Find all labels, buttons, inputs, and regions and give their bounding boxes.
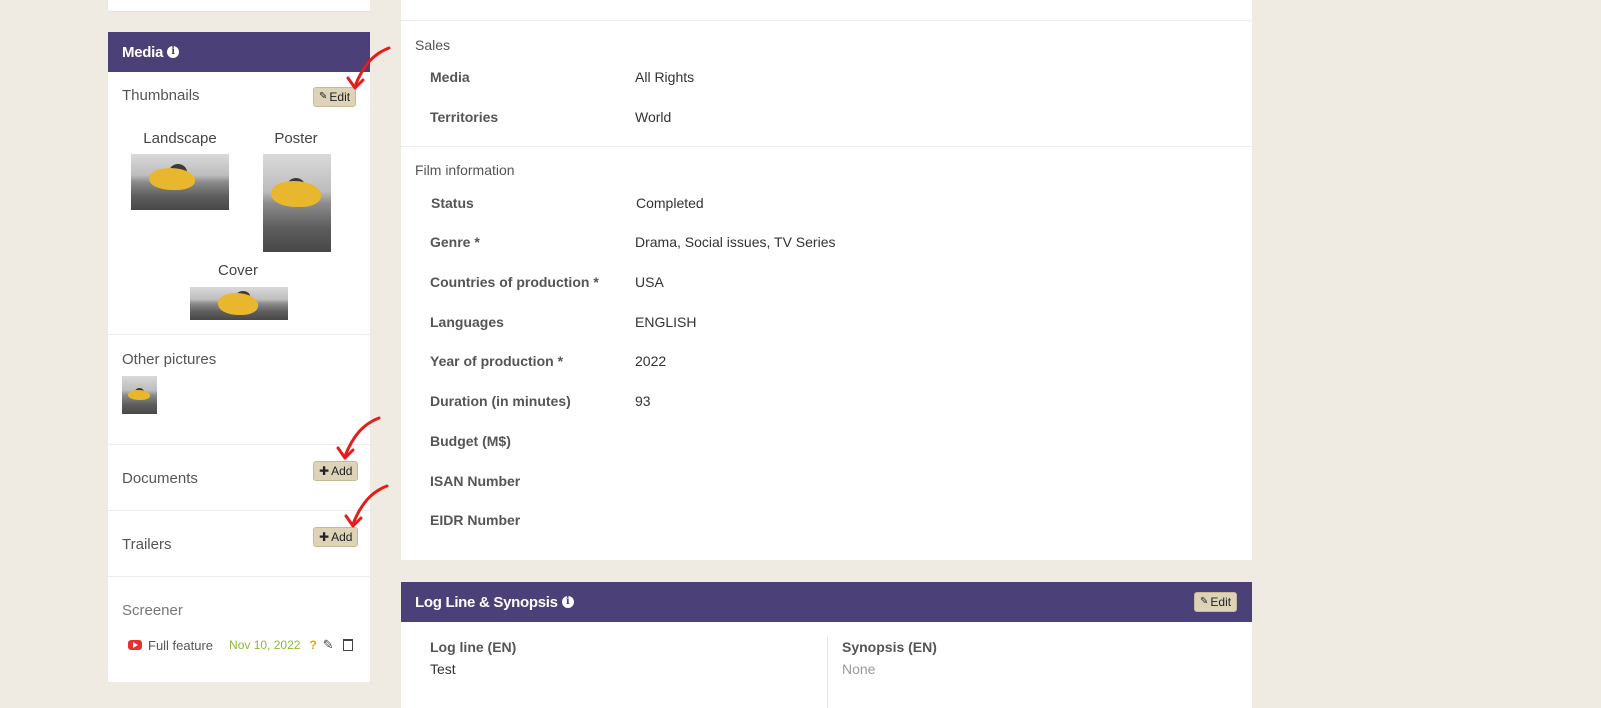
trailers-title: Trailers — [122, 536, 172, 553]
status-question-icon[interactable]: ? — [309, 638, 316, 652]
section-divider — [108, 510, 370, 511]
annotation-arrow — [346, 46, 391, 90]
logline-synopsis-edit-button[interactable]: ✎ Edit — [1194, 592, 1238, 612]
film-info-row-label: ISAN Number — [430, 473, 521, 489]
trash-icon[interactable] — [342, 639, 353, 651]
youtube-icon — [128, 640, 142, 650]
other-picture-thumbnail[interactable] — [122, 376, 157, 414]
film-info-row-label: Status — [431, 195, 474, 211]
plus-icon: ✚ — [319, 530, 330, 544]
annotation-arrow — [336, 416, 381, 460]
column-divider — [827, 637, 828, 708]
left-top-card-bottom — [108, 0, 370, 12]
section-divider — [108, 576, 370, 577]
film-info-row-label: Genre * — [430, 234, 480, 250]
sales-row-value: World — [635, 109, 672, 125]
poster-label: Poster — [274, 130, 318, 147]
thumb-redaction — [149, 168, 195, 190]
film-info-row-value: Drama, Social issues, TV Series — [635, 234, 836, 250]
film-info-row-label: Budget (M$) — [430, 433, 511, 449]
pencil-icon: ✎ — [1200, 596, 1209, 607]
landscape-label: Landscape — [143, 130, 217, 147]
edit-icon[interactable]: ✎ — [323, 637, 334, 653]
section-divider — [108, 334, 370, 335]
section-divider — [108, 444, 370, 445]
film-info-row-value: 2022 — [635, 353, 667, 369]
documents-add-label: Add — [331, 464, 353, 478]
synopsis-label: Synopsis (EN) — [842, 639, 937, 655]
screener-title: Screener — [122, 602, 183, 619]
film-info-row-value: USA — [635, 274, 664, 290]
pencil-icon: ✎ — [319, 91, 328, 102]
plus-icon: ✚ — [319, 464, 330, 478]
film-info-row-label: Languages — [430, 314, 504, 330]
thumb-redaction — [128, 390, 150, 400]
info-icon[interactable]: i — [561, 596, 574, 608]
media-panel: Media i Thumbnails ✎ Edit Landscape Post… — [108, 32, 370, 682]
annotation-arrow — [344, 484, 389, 528]
thumb-redaction — [271, 181, 321, 207]
documents-add-button[interactable]: ✚ Add — [313, 461, 359, 481]
thumbnails-title: Thumbnails — [122, 87, 200, 104]
poster-thumbnail[interactable] — [263, 154, 331, 252]
media-panel-header: Media i — [108, 32, 370, 72]
film-info-row-label: Countries of production * — [430, 274, 599, 290]
logline-synopsis-header: Log Line & Synopsis i — [401, 582, 1252, 622]
other-pictures-title: Other pictures — [122, 351, 217, 368]
thumb-redaction — [218, 293, 258, 315]
synopsis-value: None — [842, 661, 876, 677]
media-panel-title: Media — [122, 43, 164, 61]
film-info-row-label: Duration (in minutes) — [430, 393, 571, 409]
film-info-row-label: EIDR Number — [430, 512, 521, 528]
section-divider — [401, 20, 1252, 21]
sales-row-label: Territories — [430, 109, 499, 125]
screener-date: Nov 10, 2022 — [229, 638, 301, 652]
cover-thumbnail[interactable] — [190, 287, 288, 320]
screener-item-label[interactable]: Full feature — [148, 638, 213, 653]
film-info-row-value: Completed — [636, 195, 704, 211]
film-info-row-value: 93 — [635, 393, 651, 409]
logline-synopsis-title: Log Line & Synopsis — [415, 593, 558, 611]
logline-value: Test — [430, 661, 456, 677]
logline-synopsis-edit-label: Edit — [1210, 595, 1232, 609]
logline-synopsis-panel: Log Line & Synopsis i ✎ Edit Log line (E… — [401, 582, 1252, 708]
cover-label: Cover — [217, 262, 258, 279]
logline-label: Log line (EN) — [430, 639, 517, 655]
film-info-row-value: ENGLISH — [635, 314, 697, 330]
documents-title: Documents — [122, 470, 198, 487]
sales-row-label: Media — [430, 69, 470, 85]
sales-row-value: All Rights — [635, 69, 695, 85]
section-divider — [401, 146, 1252, 147]
film-info-title: Film information — [415, 162, 515, 178]
landscape-thumbnail[interactable] — [131, 154, 229, 210]
film-info-row-label: Year of production * — [430, 353, 564, 369]
screener-item: Full feature Nov 10, 2022 ? ✎ — [128, 637, 353, 653]
details-panel: Sales Media All Rights Territories World… — [401, 0, 1252, 560]
info-icon[interactable]: i — [167, 46, 180, 58]
sales-title: Sales — [415, 37, 451, 53]
